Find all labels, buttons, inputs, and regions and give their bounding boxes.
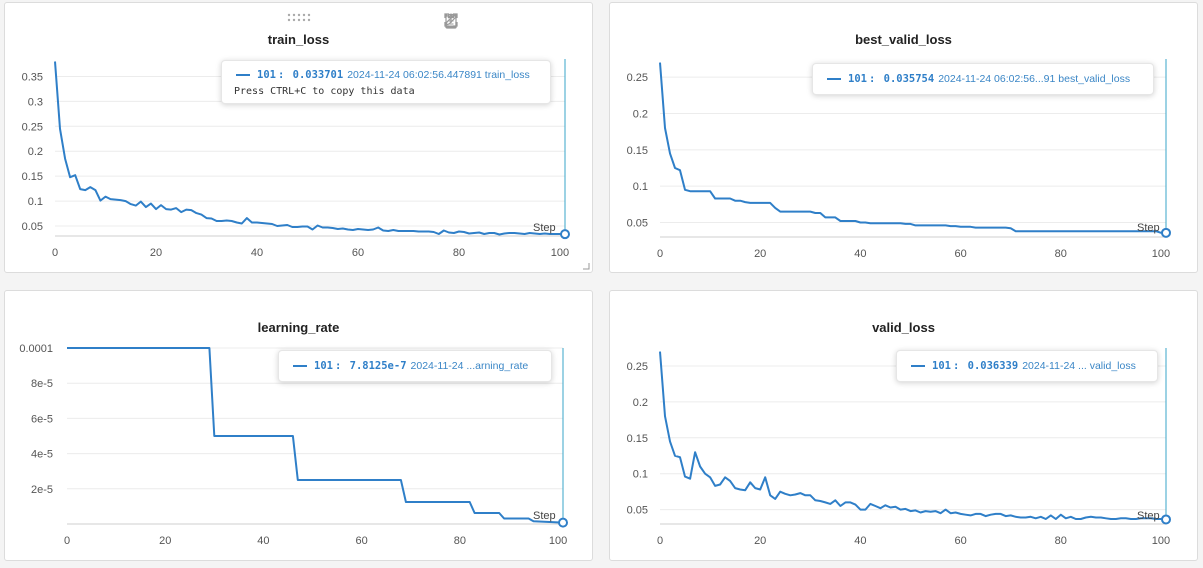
x-tick-label: 100 [1152,248,1170,260]
line-plot[interactable]: 0.05 0.1 0.15 0.2 0.25 0 20 40 60 80 100 Step [610,3,1199,274]
x-axis-label: Step [533,222,556,234]
x-tick-label: 0 [657,248,663,260]
tooltip-value: 0.035754 [883,73,935,85]
tooltip-step: 101 [257,69,276,81]
y-tick-label: 0.05 [22,221,43,233]
tooltip-step: 101 [848,73,867,85]
x-tick-label: 40 [257,535,269,547]
y-tick-label: 0.05 [627,217,648,229]
tooltip-detail: 2024-11-24 06:02:56.447891 train_loss [347,69,530,81]
y-tick-label: 0.25 [22,121,43,133]
y-tick-label: 8e-5 [31,378,53,390]
hover-point [1161,227,1171,238]
tooltip-colon: : [868,73,882,85]
line-plot[interactable]: 0.05 0.1 0.15 0.2 0.25 0 20 40 60 80 100 Step [610,291,1199,562]
y-tick-label: 0.0001 [19,343,53,355]
chart-panel-train-loss: train_loss 0.05 0.1 0.15 0.2 0.25 0.3 0.35 0 20 4… [4,2,593,273]
x-tick-label: 60 [954,248,966,260]
y-tick-label: 0.1 [633,469,648,481]
tooltip-step: 101 [932,360,951,372]
y-tick-label: 4e-5 [31,449,53,461]
line-plot[interactable]: 0.05 0.1 0.15 0.2 0.25 0.3 0.35 0 20 40 60 80 100 Ste… [5,3,594,274]
x-tick-label: 80 [453,247,465,259]
chart-panel-learning-rate: learning_rate 2e-5 4e-5 6e-5 8e-5 0.0001 0 20 4… [4,290,593,561]
hover-tooltip: 101 : 0.036339 2024-11-24 ... valid_loss [896,350,1158,382]
x-tick-label: 40 [854,248,866,260]
y-tick-label: 0.2 [633,108,648,120]
x-tick-label: 0 [64,535,70,547]
x-tick-label: 20 [159,535,171,547]
series-swatch [911,365,925,367]
y-tick-label: 0.15 [22,171,43,183]
y-tick-label: 0.15 [627,433,648,445]
x-tick-label: 80 [1055,535,1067,547]
tooltip-colon: : [277,69,291,81]
tooltip-detail: 2024-11-24 ... valid_loss [1022,360,1136,372]
x-tick-label: 40 [251,247,263,259]
y-tick-label: 0.1 [633,181,648,193]
hover-tooltip: 101 : 0.035754 2024-11-24 06:02:56...91 … [812,63,1154,95]
y-tick-label: 2e-5 [31,484,53,496]
x-axis-label: Step [1137,510,1160,522]
series-swatch [236,74,250,76]
y-tick-label: 6e-5 [31,413,53,425]
y-tick-label: 0.15 [627,145,648,157]
y-tick-label: 0.25 [627,361,648,373]
hover-point [1161,514,1171,525]
x-tick-label: 20 [150,247,162,259]
tooltip-detail: 2024-11-24 06:02:56...91 best_valid_loss [938,73,1131,85]
y-tick-label: 0.2 [28,146,43,158]
x-tick-label: 100 [551,247,569,259]
tooltip-colon: : [952,360,966,372]
x-axis-label: Step [1137,222,1160,234]
x-tick-label: 60 [356,535,368,547]
series-swatch [293,365,307,367]
x-tick-label: 60 [352,247,364,259]
x-tick-label: 40 [854,535,866,547]
tooltip-colon: : [334,360,348,372]
tooltip-detail: 2024-11-24 ...arning_rate [410,360,529,372]
y-tick-label: 0.35 [22,71,43,83]
tooltip-step: 101 [314,360,333,372]
y-tick-label: 0.2 [633,397,648,409]
hover-point [558,517,568,528]
resize-handle-icon[interactable] [582,262,590,270]
chart-panel-valid-loss: valid_loss 0.05 0.1 0.15 0.2 0.25 0 20 40 60 80 10… [609,290,1198,561]
tooltip-value: 0.036339 [967,360,1019,372]
x-tick-label: 80 [1055,248,1067,260]
tooltip-value: 0.033701 [292,69,344,81]
y-tick-label: 0.25 [627,72,648,84]
x-tick-label: 20 [754,248,766,260]
line-plot[interactable]: 2e-5 4e-5 6e-5 8e-5 0.0001 0 20 40 60 80 100 Step [5,291,594,562]
y-tick-label: 0.3 [28,96,43,108]
x-tick-label: 100 [549,535,567,547]
x-tick-label: 60 [954,535,966,547]
x-tick-label: 80 [454,535,466,547]
x-tick-label: 20 [754,535,766,547]
y-tick-label: 0.05 [627,505,648,517]
hover-point [560,229,570,240]
chart-panel-best-valid-loss: best_valid_loss 0.05 0.1 0.15 0.2 0.25 0 20 40 6… [609,2,1198,273]
x-tick-label: 0 [52,247,58,259]
tooltip-copy-hint: Press CTRL+C to copy this data [234,86,415,97]
hover-tooltip: 101 : 7.8125e-7 2024-11-24 ...arning_rat… [278,350,552,382]
x-axis-label: Step [533,510,556,522]
x-tick-label: 0 [657,535,663,547]
series-swatch [827,78,841,80]
y-tick-label: 0.1 [28,196,43,208]
hover-tooltip: 101 : 0.033701 2024-11-24 06:02:56.44789… [221,60,551,104]
tooltip-value: 7.8125e-7 [349,360,407,372]
x-tick-label: 100 [1152,535,1170,547]
